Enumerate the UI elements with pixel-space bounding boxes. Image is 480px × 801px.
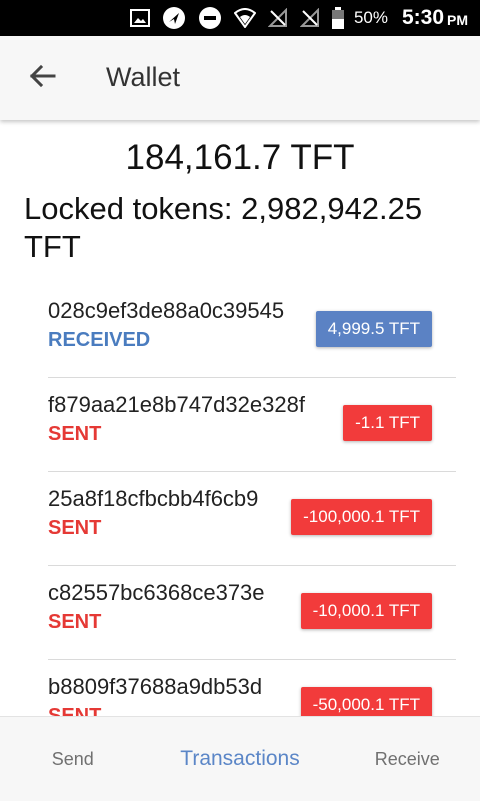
status-bar: 50% 5:30 PM bbox=[0, 0, 480, 36]
battery-icon bbox=[331, 7, 344, 29]
clock-time: 5:30 bbox=[401, 6, 444, 29]
nav-send-tab[interactable]: Send bbox=[0, 717, 145, 801]
transaction-row[interactable]: f879aa21e8b747d32e328f SENT -1.1 TFT bbox=[48, 378, 456, 472]
transaction-status: SENT bbox=[48, 611, 102, 633]
transaction-hash: 25a8f18cfbcbb4f6cb9 bbox=[48, 486, 259, 511]
transaction-amount-badge: -10,000.1 TFT bbox=[300, 593, 432, 629]
image-icon bbox=[129, 9, 150, 27]
arrow-back-icon bbox=[28, 64, 56, 93]
navigation-icon bbox=[162, 6, 186, 30]
transaction-list: 028c9ef3de88a0c39545 RECEIVED 4,999.5 TF… bbox=[48, 284, 456, 716]
transaction-row[interactable]: 028c9ef3de88a0c39545 RECEIVED 4,999.5 TF… bbox=[48, 284, 456, 378]
do-not-disturb-icon bbox=[198, 6, 222, 30]
locked-tokens: Locked tokens: 2,982,942.25 TFT bbox=[24, 191, 423, 264]
battery-percent: 50% bbox=[353, 8, 388, 27]
app-bar: Wallet bbox=[0, 36, 480, 120]
transaction-hash: 028c9ef3de88a0c39545 bbox=[48, 298, 285, 323]
transaction-hash: c82557bc6368ce373e bbox=[48, 580, 265, 605]
wallet-content[interactable]: 184,161.7 TFT Locked tokens: 2,982,942.2… bbox=[0, 120, 480, 716]
clock-ampm: PM bbox=[447, 12, 468, 28]
transaction-hash: f879aa21e8b747d32e328f bbox=[48, 392, 305, 417]
transaction-hash: b8809f37688a9db53d bbox=[48, 674, 263, 699]
transaction-status: SENT bbox=[48, 517, 102, 539]
transaction-status: SENT bbox=[48, 423, 102, 445]
transaction-row[interactable]: 25a8f18cfbcbb4f6cb9 SENT -100,000.1 TFT bbox=[48, 472, 456, 566]
wallet-balance: 184,161.7 TFT bbox=[125, 138, 355, 177]
transaction-amount-badge: -100,000.1 TFT bbox=[291, 499, 432, 535]
transaction-status: RECEIVED bbox=[48, 329, 151, 351]
transaction-amount-badge: -50,000.1 TFT bbox=[300, 687, 432, 716]
transaction-amount-badge: -1.1 TFT bbox=[343, 405, 432, 441]
bottom-navigation: Send Transactions Receive bbox=[0, 716, 480, 801]
no-signal-icon bbox=[299, 8, 320, 28]
back-button[interactable] bbox=[22, 60, 62, 96]
transaction-amount-badge: 4,999.5 TFT bbox=[315, 311, 432, 347]
transaction-row[interactable]: b8809f37688a9db53d SENT -50,000.1 TFT bbox=[48, 660, 456, 716]
transaction-row[interactable]: c82557bc6368ce373e SENT -10,000.1 TFT bbox=[48, 566, 456, 660]
no-signal-icon bbox=[267, 8, 288, 28]
wifi-icon bbox=[233, 8, 256, 28]
nav-receive-tab[interactable]: Receive bbox=[335, 717, 480, 801]
page-title: Wallet bbox=[106, 62, 181, 92]
nav-transactions-tab[interactable]: Transactions bbox=[145, 717, 334, 801]
transaction-status: SENT bbox=[48, 705, 102, 716]
